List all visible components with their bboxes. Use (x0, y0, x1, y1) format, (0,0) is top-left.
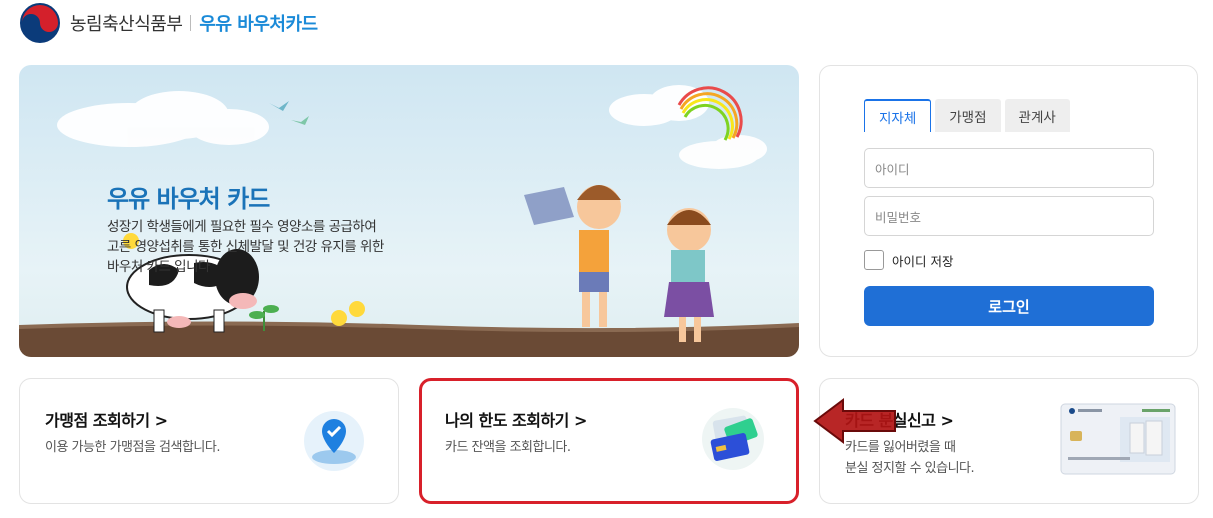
banner-desc-line: 고른 영양섭취를 통한 신체발달 및 건강 유지를 위한 (107, 239, 384, 255)
banner-desc-line: 바우처 카드 입니다 (107, 259, 210, 275)
login-tabs: 지자체 가맹점 관계사 (864, 99, 1070, 132)
card-description: 이용 가능한 가맹점을 검색합니다. (45, 437, 220, 458)
boy-illustration (524, 185, 621, 327)
service-name: 우유 바우처카드 (199, 14, 318, 35)
ministry-name: 농림축산식품부 (70, 14, 183, 35)
korea-emblem-icon[interactable] (18, 1, 62, 45)
tab-merchant[interactable]: 가맹점 (935, 99, 1001, 132)
card-desc-line: 분실 정지할 수 있습니다. (845, 461, 975, 476)
site-header: 농림축산식품부 우유 바우처카드 (18, 0, 318, 46)
banner-desc-line: 성장기 학생들에게 필요한 필수 영양소를 공급하여 (107, 219, 377, 235)
login-button[interactable]: 로그인 (864, 286, 1154, 326)
card-desc-line: 카드 잔액을 조회합니다. (445, 440, 571, 455)
girl-illustration (664, 208, 714, 342)
remember-id-checkbox[interactable] (864, 250, 884, 270)
banner-title: 우유 바우처 카드 (107, 185, 270, 213)
tab-local-government[interactable]: 지자체 (864, 99, 932, 132)
card-money-icon (702, 408, 764, 470)
map-pin-icon (304, 411, 364, 471)
banner-description: 성장기 학생들에게 필요한 필수 영양소를 공급하여 고른 영양섭취를 통한 신… (107, 217, 427, 277)
password-input[interactable]: 비밀번호 (864, 196, 1154, 236)
id-input[interactable]: 아이디 (864, 148, 1154, 188)
card-desc-line: 이용 가능한 가맹점을 검색합니다. (45, 440, 220, 455)
voucher-card-image (1060, 403, 1176, 475)
my-limit-card[interactable]: 나의 한도 조회하기 > 카드 잔액을 조회합니다. (419, 378, 799, 504)
red-left-arrow-icon (813, 398, 896, 444)
hero-banner: 우유 바우처 카드 성장기 학생들에게 필요한 필수 영양소를 공급하여 고른 … (19, 65, 799, 357)
card-title[interactable]: 나의 한도 조회하기 > (445, 407, 587, 431)
remember-id-label: 아이디 저장 (892, 253, 954, 269)
header-divider (190, 15, 192, 31)
tab-affiliate[interactable]: 관계사 (1004, 99, 1070, 132)
card-description: 카드 잔액을 조회합니다. (445, 437, 571, 458)
merchant-search-card[interactable]: 가맹점 조회하기 > 이용 가능한 가맹점을 검색합니다. (19, 378, 399, 504)
login-panel: 지자체 가맹점 관계사 아이디 비밀번호 아이디 저장 로그인 (819, 65, 1198, 357)
card-title[interactable]: 가맹점 조회하기 > (45, 407, 168, 431)
remember-id[interactable]: 아이디 저장 (864, 250, 953, 270)
